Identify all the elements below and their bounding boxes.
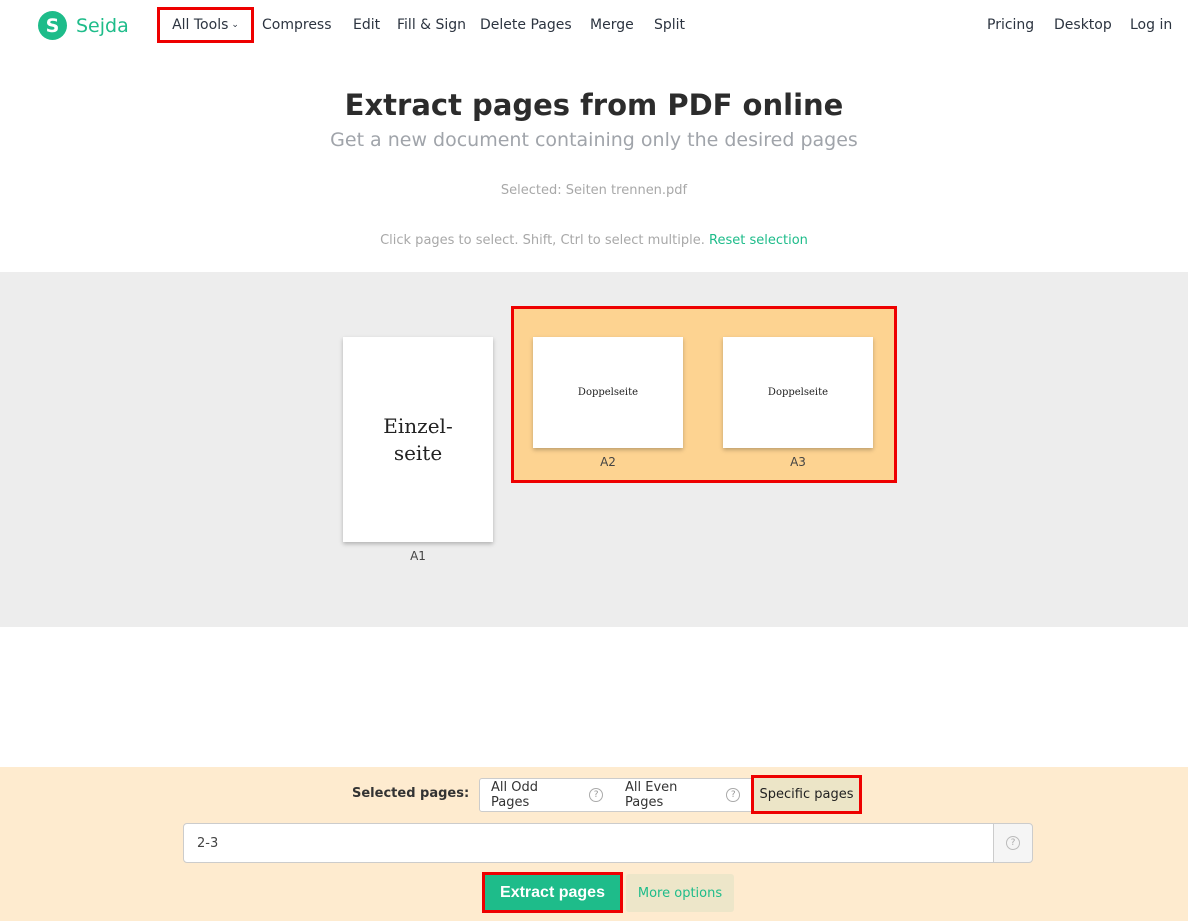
- mode-all-odd-pages[interactable]: All Odd Pages ?: [479, 778, 615, 812]
- page-label-a2: A2: [600, 455, 616, 469]
- page-label-a1: A1: [410, 549, 426, 563]
- mode-specific-pages[interactable]: Specific pages: [751, 775, 862, 814]
- nav-pricing[interactable]: Pricing: [987, 17, 1034, 33]
- range-help-button[interactable]: ?: [993, 823, 1033, 863]
- page-thumbnail-a3[interactable]: Doppelseite: [723, 337, 873, 448]
- selected-pages-label: Selected pages:: [352, 786, 470, 801]
- page-thumbnail-a2[interactable]: Doppelseite: [533, 337, 683, 448]
- nav-fill-sign[interactable]: Fill & Sign: [397, 17, 466, 33]
- page-thumbnail-a1[interactable]: Einzel- seite: [343, 337, 493, 542]
- chevron-down-icon: ⌄: [231, 20, 239, 30]
- top-nav: S Sejda All Tools ⌄ Compress Edit Fill &…: [0, 0, 1188, 52]
- mode-all-even-pages[interactable]: All Even Pages ?: [614, 778, 752, 812]
- help-icon[interactable]: ?: [589, 788, 603, 802]
- mode-label: All Odd Pages: [491, 780, 538, 810]
- reset-selection-link[interactable]: Reset selection: [709, 233, 808, 248]
- more-options-button[interactable]: More options: [626, 874, 734, 912]
- sejda-logo[interactable]: S Sejda: [38, 11, 129, 40]
- page-subtitle: Get a new document containing only the d…: [330, 129, 858, 151]
- nav-compress[interactable]: Compress: [262, 17, 332, 33]
- page-label-a3: A3: [790, 455, 806, 469]
- page-range-input[interactable]: [183, 823, 994, 863]
- logo-icon: S: [38, 11, 67, 40]
- nav-edit[interactable]: Edit: [353, 17, 380, 33]
- nav-desktop[interactable]: Desktop: [1054, 17, 1112, 33]
- mode-label: All Even Pages: [625, 780, 678, 810]
- page-title: Extract pages from PDF online: [344, 88, 844, 122]
- help-icon[interactable]: ?: [726, 788, 740, 802]
- selected-file-text: Selected: Seiten trennen.pdf: [500, 183, 688, 198]
- help-icon: ?: [1006, 836, 1020, 850]
- nav-split[interactable]: Split: [654, 17, 685, 33]
- extract-pages-button[interactable]: Extract pages: [482, 872, 623, 913]
- logo-text: Sejda: [76, 14, 129, 37]
- hint-text: Click pages to select. Shift, Ctrl to se…: [380, 233, 705, 248]
- nav-delete-pages[interactable]: Delete Pages: [480, 17, 572, 33]
- nav-login[interactable]: Log in: [1130, 17, 1172, 33]
- all-tools-label: All Tools: [172, 17, 229, 33]
- selection-hint: Click pages to select. Shift, Ctrl to se…: [0, 233, 1188, 248]
- all-tools-menu[interactable]: All Tools ⌄: [157, 7, 254, 43]
- nav-merge[interactable]: Merge: [590, 17, 634, 33]
